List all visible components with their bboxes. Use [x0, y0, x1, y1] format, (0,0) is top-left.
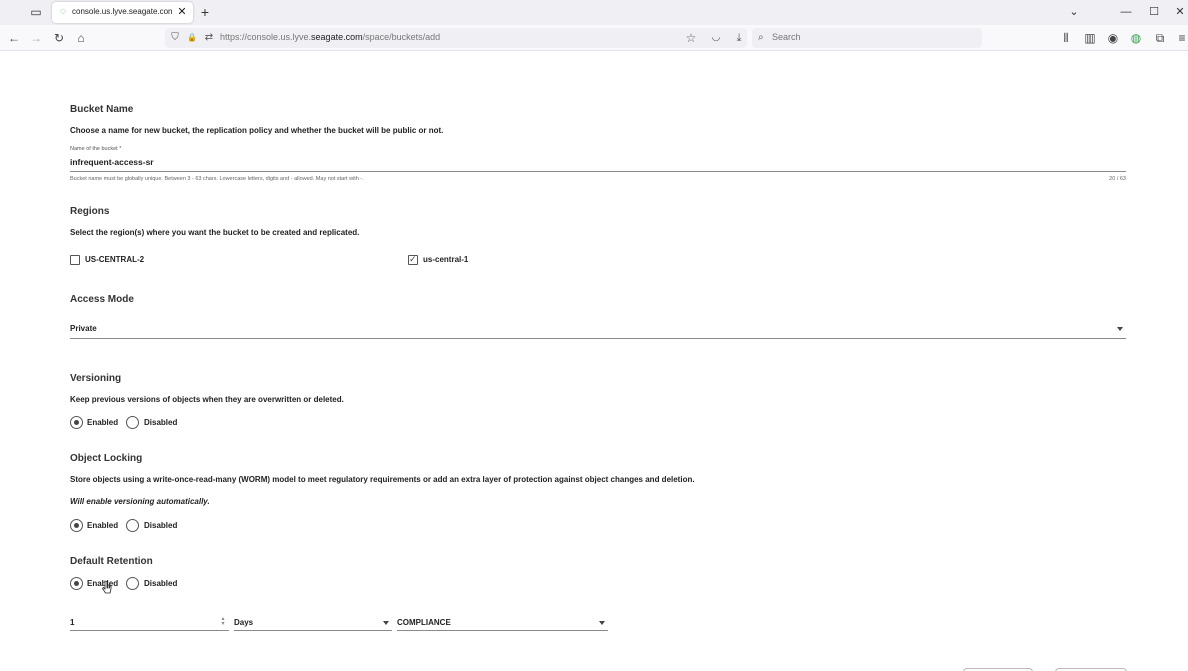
download-icon[interactable]: ⤓ [732, 30, 746, 46]
url-bar[interactable]: ⛉ 🔒 ⇄ https://console.us.lyve.seagate.co… [165, 28, 747, 48]
minimize-icon[interactable]: — [1118, 4, 1134, 20]
favicon-icon: ◌ [60, 6, 66, 17]
browser-tab-active[interactable]: ◌ console.us.lyve.seagate.com/sp ✕ [52, 2, 193, 23]
region-us-central-1-checkbox[interactable] [408, 254, 418, 265]
region-us-central-2-label[interactable]: US-CENTRAL-2 [85, 255, 144, 264]
close-tab-icon[interactable]: ✕ [176, 5, 188, 19]
object-locking-note: Will enable versioning automatically. [70, 497, 210, 506]
retention-mode-dropdown-icon[interactable] [599, 621, 605, 625]
region-us-central-2-checkbox[interactable] [70, 255, 80, 265]
close-window-icon[interactable]: ✕ [1172, 4, 1188, 20]
forward-icon[interactable]: → [28, 30, 44, 46]
mouse-cursor-icon [101, 580, 112, 594]
url-domain: seagate.com [311, 32, 363, 42]
library-icon[interactable]: ⫴ [1058, 30, 1074, 46]
search-bar[interactable]: ⌕ Search [752, 28, 982, 48]
bucket-name-title: Bucket Name [70, 104, 134, 115]
versioning-disabled-radio[interactable] [126, 416, 139, 429]
permissions-icon[interactable]: ⇄ [202, 30, 216, 46]
retention-period-underline [70, 630, 229, 631]
versioning-description: Keep previous versions of objects when t… [70, 395, 344, 404]
versioning-enabled-label[interactable]: Enabled [87, 418, 118, 427]
versioning-enabled-radio[interactable] [70, 416, 83, 429]
bucket-name-underline [70, 171, 1126, 172]
containers-icon[interactable]: ▥ [1082, 30, 1098, 46]
versioning-title: Versioning [70, 373, 122, 384]
retention-unit-dropdown-icon[interactable] [383, 621, 389, 625]
tracking-shield-icon[interactable]: ⛉ [168, 30, 182, 46]
menu-icon[interactable]: ≡ [1174, 30, 1188, 46]
url-prefix: https://console.us.lyve. [220, 32, 312, 42]
reload-icon[interactable]: ↻ [51, 30, 67, 46]
new-tab-icon[interactable]: + [198, 4, 212, 20]
list-all-tabs-icon[interactable]: ▭ [29, 5, 43, 19]
object-locking-enabled-radio[interactable] [70, 519, 83, 532]
bucket-name-input[interactable]: infrequent-access-sr [70, 157, 154, 167]
pocket-icon[interactable]: ◡ [709, 30, 723, 46]
access-mode-underline [70, 338, 1126, 339]
browser-nav-bar: ← → ↻ ⌂ ⛉ 🔒 ⇄ https://console.us.lyve.se… [0, 25, 1188, 51]
search-placeholder: Search [772, 32, 801, 42]
versioning-disabled-label[interactable]: Disabled [144, 418, 177, 427]
object-locking-disabled-radio[interactable] [126, 519, 139, 532]
extension-icon[interactable]: ◍ [1128, 30, 1144, 46]
retention-mode-underline [397, 630, 608, 631]
back-icon[interactable]: ← [6, 30, 22, 46]
account-icon[interactable]: ◉ [1105, 30, 1121, 46]
access-mode-title: Access Mode [70, 294, 134, 305]
regions-description: Select the region(s) where you want the … [70, 228, 360, 237]
url-path: /space/buckets/add [362, 32, 441, 42]
retention-unit-select[interactable]: Days [234, 618, 253, 627]
bucket-name-description: Choose a name for new bucket, the replic… [70, 126, 444, 135]
default-retention-title: Default Retention [70, 556, 153, 567]
object-locking-description: Store objects using a write-once-read-ma… [70, 475, 695, 484]
extensions-puzzle-icon[interactable]: ⧉ [1152, 30, 1168, 46]
access-mode-dropdown-icon[interactable] [1117, 327, 1123, 331]
region-us-central-1-label[interactable]: us-central-1 [423, 255, 468, 264]
access-mode-select[interactable]: Private [70, 324, 97, 333]
default-retention-enabled-radio[interactable] [70, 577, 83, 590]
retention-period-input[interactable]: 1 [70, 618, 74, 627]
bucket-name-hint: Bucket name must be globally unique. Bet… [70, 176, 364, 182]
object-locking-disabled-label[interactable]: Disabled [144, 521, 177, 530]
bucket-name-counter: 20 / 63 [1109, 176, 1126, 182]
retention-mode-select[interactable]: COMPLIANCE [397, 618, 451, 627]
lock-icon[interactable]: 🔒 [185, 30, 199, 46]
browser-tab-bar: ▭ ◌ console.us.lyve.seagate.com/sp ✕ + ⌄… [0, 0, 1188, 25]
default-retention-disabled-label[interactable]: Disabled [144, 579, 177, 588]
bookmark-star-icon[interactable]: ☆ [684, 30, 698, 46]
bucket-name-field-label: Name of the bucket * [70, 146, 122, 152]
retention-period-stepper-icon[interactable]: ▴ ▾ [219, 616, 227, 627]
maximize-icon[interactable]: ☐ [1146, 4, 1162, 20]
tab-title: console.us.lyve.seagate.com/sp [72, 7, 172, 16]
default-retention-disabled-radio[interactable] [126, 577, 139, 590]
search-icon: ⌕ [758, 32, 764, 43]
url-text[interactable]: https://console.us.lyve.seagate.com/spac… [220, 32, 440, 42]
object-locking-title: Object Locking [70, 453, 143, 464]
tab-overflow-chevron-icon[interactable]: ⌄ [1066, 4, 1082, 20]
regions-title: Regions [70, 206, 110, 217]
retention-unit-underline [234, 630, 392, 631]
object-locking-enabled-label[interactable]: Enabled [87, 521, 118, 530]
home-icon[interactable]: ⌂ [73, 30, 89, 46]
